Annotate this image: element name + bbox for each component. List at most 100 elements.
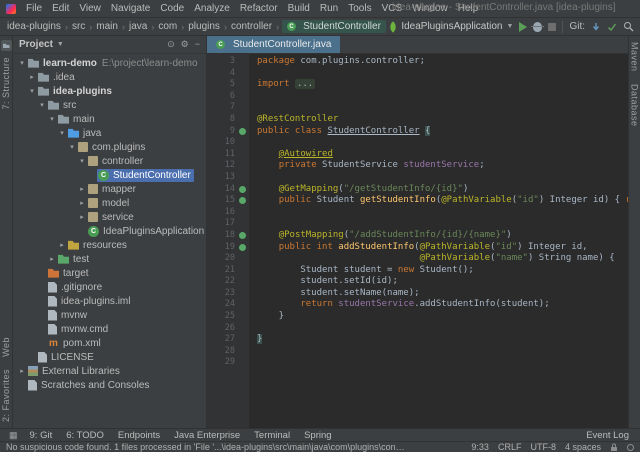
line-number[interactable]: 24 bbox=[215, 299, 235, 311]
tree-collapse-arrow-icon[interactable]: ▾ bbox=[67, 143, 77, 151]
breadcrumb-item-com[interactable]: com bbox=[157, 21, 178, 32]
line-number[interactable]: 9 bbox=[215, 126, 235, 138]
code-text[interactable] bbox=[249, 172, 628, 184]
tree-item-java[interactable]: ▾java bbox=[13, 126, 206, 140]
tree-item-src[interactable]: ▾src bbox=[13, 98, 206, 112]
line-number[interactable]: 16 bbox=[215, 207, 235, 219]
line-number[interactable]: 15 bbox=[215, 195, 235, 207]
spring-bean-gutter-icon[interactable] bbox=[239, 128, 246, 135]
menu-item-file[interactable]: File bbox=[21, 3, 47, 14]
toolwindow-button-maven[interactable]: Maven bbox=[630, 42, 640, 72]
inspections-icon[interactable] bbox=[627, 444, 634, 451]
code-text[interactable]: import ... bbox=[249, 79, 628, 91]
search-icon[interactable] bbox=[623, 21, 634, 32]
line-number[interactable]: 11 bbox=[215, 149, 235, 161]
code-text[interactable]: Student student = new Student(); bbox=[249, 265, 628, 277]
line-number[interactable]: 5 bbox=[215, 79, 235, 91]
line-number[interactable]: 22 bbox=[215, 276, 235, 288]
code-text[interactable]: student.setId(id); bbox=[249, 276, 628, 288]
tree-item-model[interactable]: ▸model bbox=[13, 196, 206, 210]
hide-panel-icon[interactable]: − bbox=[195, 39, 200, 50]
menu-item-code[interactable]: Code bbox=[155, 3, 189, 14]
gear-icon[interactable]: ⚙ bbox=[181, 39, 189, 50]
tree-item-idea[interactable]: ▸.idea bbox=[13, 70, 206, 84]
toolwindow-button-event-log[interactable]: Event Log bbox=[579, 430, 636, 441]
tree-item-test[interactable]: ▸test bbox=[13, 252, 206, 266]
tree-expand-arrow-icon[interactable]: ▸ bbox=[17, 367, 27, 375]
spring-bean-gutter-icon[interactable] bbox=[239, 186, 246, 193]
tree-item-license[interactable]: LICENSE bbox=[13, 350, 206, 364]
line-number[interactable]: 3 bbox=[215, 56, 235, 68]
toolwindow-button-java-enterprise[interactable]: Java Enterprise bbox=[167, 430, 247, 441]
code-text[interactable]: public class StudentController { bbox=[249, 126, 628, 138]
tree-expand-arrow-icon[interactable]: ▸ bbox=[47, 255, 57, 263]
line-number[interactable]: 14 bbox=[215, 184, 235, 196]
line-number[interactable]: 10 bbox=[215, 137, 235, 149]
file-encoding[interactable]: UTF-8 bbox=[530, 442, 556, 452]
code-text[interactable] bbox=[249, 207, 628, 219]
tree-item-controller[interactable]: ▾controller bbox=[13, 154, 206, 168]
code-text[interactable] bbox=[249, 323, 628, 335]
git-update-icon[interactable] bbox=[591, 22, 601, 32]
tree-collapse-arrow-icon[interactable]: ▾ bbox=[47, 115, 57, 123]
editor-tab-studentcontroller[interactable]: C StudentController.java bbox=[207, 36, 340, 53]
line-number[interactable]: 26 bbox=[215, 323, 235, 335]
tree-collapse-arrow-icon[interactable]: ▾ bbox=[27, 87, 37, 95]
toolwindow-button-web[interactable]: Web bbox=[1, 337, 11, 357]
project-toolwindow-button[interactable] bbox=[1, 40, 12, 51]
breadcrumb-item-idea-plugins[interactable]: idea-plugins bbox=[6, 21, 62, 32]
code-text[interactable] bbox=[249, 102, 628, 114]
tree-expand-arrow-icon[interactable]: ▸ bbox=[77, 185, 87, 193]
toolwindow-button-7-structure[interactable]: 7: Structure bbox=[1, 57, 11, 110]
line-number[interactable]: 20 bbox=[215, 253, 235, 265]
toolwindow-button-terminal[interactable]: Terminal bbox=[247, 430, 297, 441]
code-text[interactable]: public Student getStudentInfo(@PathVaria… bbox=[249, 195, 628, 207]
line-number[interactable]: 29 bbox=[215, 357, 235, 369]
spring-bean-gutter-icon[interactable] bbox=[239, 197, 246, 204]
line-number[interactable]: 8 bbox=[215, 114, 235, 126]
code-text[interactable]: private StudentService studentService; bbox=[249, 160, 628, 172]
line-number[interactable]: 19 bbox=[215, 242, 235, 254]
tree-item-resources[interactable]: ▸resources bbox=[13, 238, 206, 252]
line-number[interactable]: 28 bbox=[215, 346, 235, 358]
code-text[interactable] bbox=[249, 218, 628, 230]
code-text[interactable]: } bbox=[249, 311, 628, 323]
line-separator[interactable]: CRLF bbox=[498, 442, 522, 452]
tree-item-studentcontroller[interactable]: CStudentController bbox=[13, 168, 206, 182]
line-number[interactable]: 4 bbox=[215, 68, 235, 80]
code-text[interactable]: return studentService.addStudentInfo(stu… bbox=[249, 299, 628, 311]
code-text[interactable] bbox=[249, 91, 628, 103]
tree-item-mapper[interactable]: ▸mapper bbox=[13, 182, 206, 196]
breadcrumb-item-plugins[interactable]: plugins bbox=[187, 21, 221, 32]
locate-file-icon[interactable]: ⊙ bbox=[167, 39, 175, 50]
caret-position[interactable]: 9:33 bbox=[471, 442, 489, 452]
indent-config[interactable]: 4 spaces bbox=[565, 442, 601, 452]
line-number[interactable]: 6 bbox=[215, 91, 235, 103]
tree-item-idea-plugins[interactable]: ▾idea-plugins bbox=[13, 84, 206, 98]
tree-item-gitignore[interactable]: .gitignore bbox=[13, 280, 206, 294]
tree-item-com-plugins[interactable]: ▾com.plugins bbox=[13, 140, 206, 154]
run-button[interactable] bbox=[519, 22, 527, 32]
menu-item-tools[interactable]: Tools bbox=[343, 3, 376, 14]
menu-item-analyze[interactable]: Analyze bbox=[189, 3, 235, 14]
code-text[interactable] bbox=[249, 68, 628, 80]
tree-item-scratches-and-consoles[interactable]: Scratches and Consoles bbox=[13, 378, 206, 392]
code-text[interactable]: } bbox=[249, 334, 628, 346]
tree-item-ideapluginsapplication[interactable]: CIdeaPluginsApplication bbox=[13, 224, 206, 238]
code-text[interactable] bbox=[249, 357, 628, 369]
stop-button[interactable] bbox=[548, 23, 556, 31]
breadcrumb-item-main[interactable]: main bbox=[95, 21, 119, 32]
code-text[interactable] bbox=[249, 137, 628, 149]
line-number[interactable]: 17 bbox=[215, 218, 235, 230]
spring-bean-gutter-icon[interactable] bbox=[239, 232, 246, 239]
tree-item-idea-plugins-iml[interactable]: idea-plugins.iml bbox=[13, 294, 206, 308]
code-text[interactable]: student.setName(name); bbox=[249, 288, 628, 300]
toolwindow-button-endpoints[interactable]: Endpoints bbox=[111, 430, 167, 441]
toolwindow-button-9-git[interactable]: 9: Git bbox=[23, 430, 60, 441]
line-number[interactable]: 13 bbox=[215, 172, 235, 184]
tree-item-service[interactable]: ▸service bbox=[13, 210, 206, 224]
tree-expand-arrow-icon[interactable]: ▸ bbox=[77, 213, 87, 221]
breadcrumb-item-class[interactable]: CStudentController bbox=[282, 20, 386, 33]
toolwindow-button-database[interactable]: Database bbox=[630, 84, 640, 127]
code-text[interactable]: @Autowired bbox=[249, 149, 628, 161]
